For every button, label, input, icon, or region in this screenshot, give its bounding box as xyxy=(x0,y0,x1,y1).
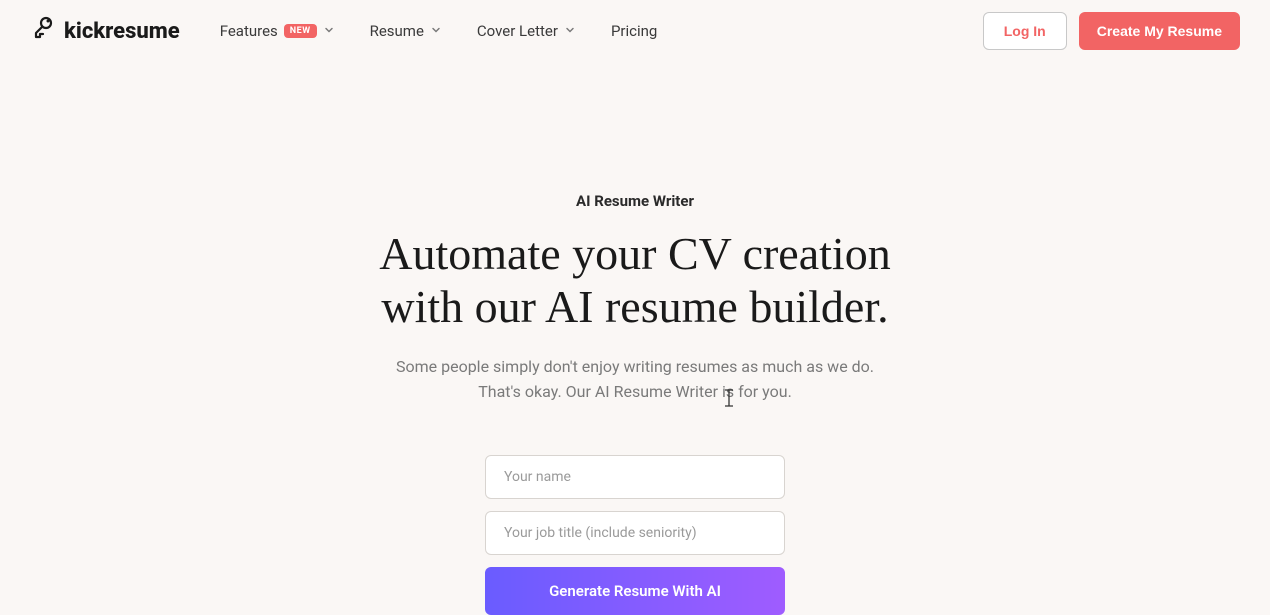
chevron-down-icon xyxy=(564,22,576,40)
logo[interactable]: kickresume xyxy=(30,15,180,47)
job-title-input[interactable] xyxy=(485,511,785,555)
chevron-down-icon xyxy=(323,22,335,40)
nav-pricing[interactable]: Pricing xyxy=(611,22,657,40)
nav-pricing-label: Pricing xyxy=(611,22,657,40)
eyebrow: AI Resume Writer xyxy=(0,192,1270,210)
headline: Automate your CV creation with our AI re… xyxy=(0,228,1270,334)
subhead-line-2: That's okay. Our AI Resume Writer is for… xyxy=(478,382,792,401)
resume-form: Generate Resume With AI xyxy=(0,455,1270,615)
header-actions: Log In Create My Resume xyxy=(983,12,1240,50)
nav: Features NEW Resume Cover Letter Pricing xyxy=(220,22,983,40)
main-content: AI Resume Writer Automate your CV creati… xyxy=(0,62,1270,615)
nav-features[interactable]: Features NEW xyxy=(220,22,335,40)
chevron-down-icon xyxy=(430,22,442,40)
headline-line-2: with our AI resume builder. xyxy=(381,281,888,332)
subhead: Some people simply don't enjoy writing r… xyxy=(0,354,1270,405)
login-button[interactable]: Log In xyxy=(983,12,1067,50)
new-badge: NEW xyxy=(284,24,317,38)
generate-button[interactable]: Generate Resume With AI xyxy=(485,567,785,615)
create-resume-button[interactable]: Create My Resume xyxy=(1079,12,1240,50)
nav-cover-letter[interactable]: Cover Letter xyxy=(477,22,576,40)
header: kickresume Features NEW Resume Cover Let… xyxy=(0,0,1270,62)
logo-text: kickresume xyxy=(64,19,180,44)
nav-features-label: Features xyxy=(220,22,278,40)
nav-cover-letter-label: Cover Letter xyxy=(477,22,558,40)
subhead-line-1: Some people simply don't enjoy writing r… xyxy=(396,357,874,376)
nav-resume-label: Resume xyxy=(370,22,424,40)
logo-icon xyxy=(30,15,56,47)
headline-line-1: Automate your CV creation xyxy=(379,228,890,279)
nav-resume[interactable]: Resume xyxy=(370,22,442,40)
name-input[interactable] xyxy=(485,455,785,499)
